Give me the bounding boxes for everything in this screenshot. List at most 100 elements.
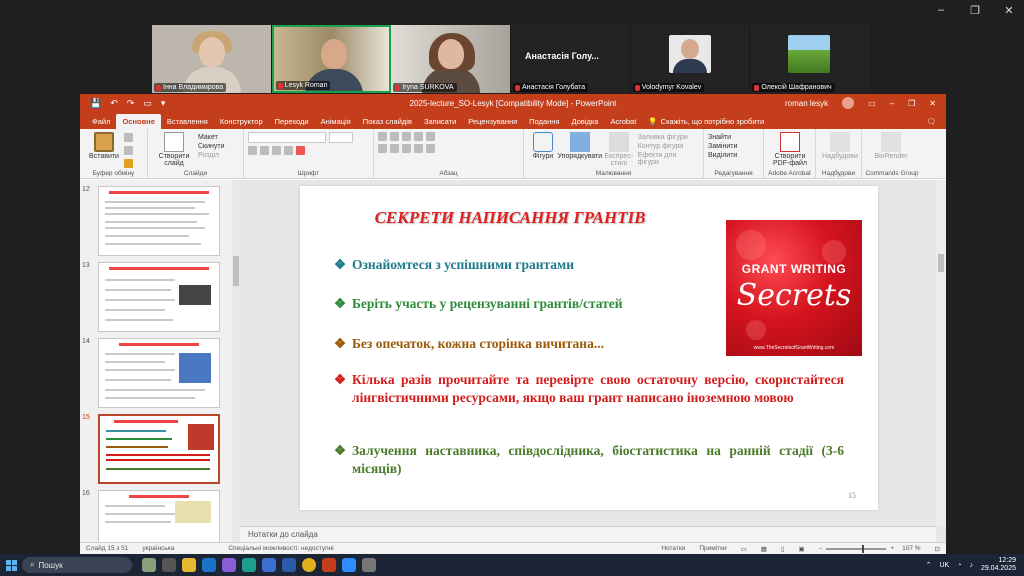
participant-tile[interactable]: Iryna SURKOVA xyxy=(391,25,512,93)
layout-button[interactable]: Макет xyxy=(198,134,225,141)
align-right-icon[interactable] xyxy=(402,144,411,153)
font-name-input[interactable] xyxy=(248,132,326,143)
save-icon[interactable]: 💾 xyxy=(90,98,101,109)
undo-icon[interactable]: ↶ xyxy=(110,98,118,109)
reading-view-icon[interactable]: ▯ xyxy=(781,545,785,553)
user-name[interactable]: roman lesyk xyxy=(785,99,828,108)
biorender-button[interactable]: BioRender xyxy=(866,132,916,160)
tab-home[interactable]: Основне xyxy=(116,114,161,129)
underline-icon[interactable] xyxy=(272,146,281,155)
restore-icon[interactable]: ❐ xyxy=(968,4,982,17)
normal-view-icon[interactable]: ▭ xyxy=(741,545,747,553)
decrease-indent-icon[interactable] xyxy=(402,132,411,141)
participant-tile[interactable]: Інна Владимирова xyxy=(152,25,272,93)
language-indicator[interactable]: українська xyxy=(142,545,174,552)
outlook-icon[interactable] xyxy=(202,558,216,572)
copy-icon[interactable] xyxy=(124,146,133,155)
tray-chevron-icon[interactable]: ⌃ xyxy=(926,561,932,569)
word-icon[interactable] xyxy=(282,558,296,572)
tab-review[interactable]: Рецензування xyxy=(462,114,523,129)
slide-thumbnail[interactable] xyxy=(98,186,220,256)
notes-toggle[interactable]: Нотатки xyxy=(661,545,685,552)
clock[interactable]: 12:29 29.04.2025 xyxy=(981,557,1016,573)
zoom-level[interactable]: 107 % xyxy=(902,545,920,552)
create-pdf-button[interactable]: Створити PDF-файл xyxy=(768,132,812,167)
tab-design[interactable]: Конструктор xyxy=(214,114,269,129)
language-indicator[interactable]: UK xyxy=(939,562,949,569)
start-slideshow-icon[interactable]: ▭ xyxy=(143,98,152,109)
taskbar-search[interactable]: ⌕ Пошук xyxy=(22,557,132,573)
font-color-icon[interactable] xyxy=(296,146,305,155)
font-size-input[interactable] xyxy=(329,132,353,143)
file-explorer-icon[interactable] xyxy=(182,558,196,572)
slide-thumbnail[interactable] xyxy=(98,262,220,332)
widgets-icon[interactable] xyxy=(142,558,156,572)
close-icon[interactable]: ✕ xyxy=(929,99,936,108)
ribbon-display-icon[interactable]: ▭ xyxy=(868,99,876,108)
slide-sorter-icon[interactable]: ▦ xyxy=(761,545,767,553)
app-icon[interactable] xyxy=(362,558,376,572)
find-button[interactable]: Знайти xyxy=(708,134,759,141)
restore-icon[interactable]: ❐ xyxy=(908,99,915,108)
tab-transitions[interactable]: Переходи xyxy=(269,114,315,129)
zoom-in-icon[interactable]: + xyxy=(890,545,894,552)
task-view-icon[interactable] xyxy=(162,558,176,572)
slide-thumbnail[interactable] xyxy=(98,338,220,408)
avatar[interactable] xyxy=(842,97,855,109)
editor-scrollbar[interactable] xyxy=(936,180,946,526)
slide-thumbnail-selected[interactable] xyxy=(98,414,220,484)
format-painter-icon[interactable] xyxy=(124,159,133,168)
align-center-icon[interactable] xyxy=(390,144,399,153)
tab-slideshow[interactable]: Показ слайдів xyxy=(357,114,418,129)
minimize-icon[interactable]: – xyxy=(934,4,948,17)
comments-icon[interactable]: 🗨 xyxy=(916,114,946,129)
shape-fill-button[interactable]: Заливка фігури xyxy=(638,134,699,141)
tab-help[interactable]: Довідка xyxy=(565,114,604,129)
select-button[interactable]: Виділити xyxy=(708,152,759,159)
align-left-icon[interactable] xyxy=(378,144,387,153)
volume-icon[interactable]: ♪ xyxy=(969,562,973,569)
notes-pane[interactable]: Нотатки до слайда xyxy=(240,526,936,542)
replace-button[interactable]: Замінити xyxy=(708,143,759,150)
cut-icon[interactable] xyxy=(124,133,133,142)
italic-icon[interactable] xyxy=(260,146,269,155)
shape-outline-button[interactable]: Контур фігури xyxy=(638,143,699,150)
network-icon[interactable]: ◔ xyxy=(957,562,961,569)
powerpoint-icon[interactable] xyxy=(322,558,336,572)
chrome-icon[interactable] xyxy=(302,558,316,572)
line-spacing-icon[interactable] xyxy=(426,132,435,141)
zoom-slider[interactable] xyxy=(826,544,887,553)
tab-animations[interactable]: Анімація xyxy=(315,114,357,129)
reset-button[interactable]: Скинути xyxy=(198,143,225,150)
edge-icon[interactable] xyxy=(242,558,256,572)
participant-tile[interactable]: Volodymyr Kovalev xyxy=(630,25,751,93)
current-slide[interactable]: СЕКРЕТИ НАПИСАННЯ ГРАНТІВ ❖ Ознайомтеся … xyxy=(300,186,878,510)
slideshow-icon[interactable]: ▣ xyxy=(799,545,805,553)
comments-toggle[interactable]: Примітки xyxy=(699,545,726,552)
customize-qa-icon[interactable]: ▾ xyxy=(161,98,166,109)
bold-icon[interactable] xyxy=(248,146,257,155)
participant-tile-active[interactable]: Lesyk Roman xyxy=(271,25,392,93)
zoom-icon[interactable] xyxy=(342,558,356,572)
tab-insert[interactable]: Вставлення xyxy=(161,114,214,129)
tab-file[interactable]: Файл xyxy=(86,114,116,129)
redo-icon[interactable]: ↷ xyxy=(127,98,135,109)
participant-tile[interactable]: Анастасія Голу... Анастасія Голубата xyxy=(511,25,631,93)
numbering-icon[interactable] xyxy=(390,132,399,141)
paste-button[interactable]: Вставити xyxy=(84,132,124,160)
tab-acrobat[interactable]: Acrobat xyxy=(604,114,642,129)
bullets-icon[interactable] xyxy=(378,132,387,141)
tab-record[interactable]: Записати xyxy=(418,114,462,129)
fit-slide-icon[interactable]: ⊡ xyxy=(935,545,940,553)
columns-icon[interactable] xyxy=(426,144,435,153)
shape-effects-button[interactable]: Ефекти для фігури xyxy=(638,152,699,166)
increase-indent-icon[interactable] xyxy=(414,132,423,141)
accessibility-status[interactable]: Спеціальні можливості: недоступні xyxy=(228,545,333,552)
close-icon[interactable]: ✕ xyxy=(1002,4,1016,17)
slide-thumbnail[interactable] xyxy=(98,490,220,542)
section-button[interactable]: Розділ xyxy=(198,152,225,159)
store-icon[interactable] xyxy=(262,558,276,572)
thumbnails-scrollbar[interactable] xyxy=(232,180,240,542)
tell-me-box[interactable]: 💡 Скажіть, що потрібно зробити xyxy=(642,114,770,129)
justify-icon[interactable] xyxy=(414,144,423,153)
